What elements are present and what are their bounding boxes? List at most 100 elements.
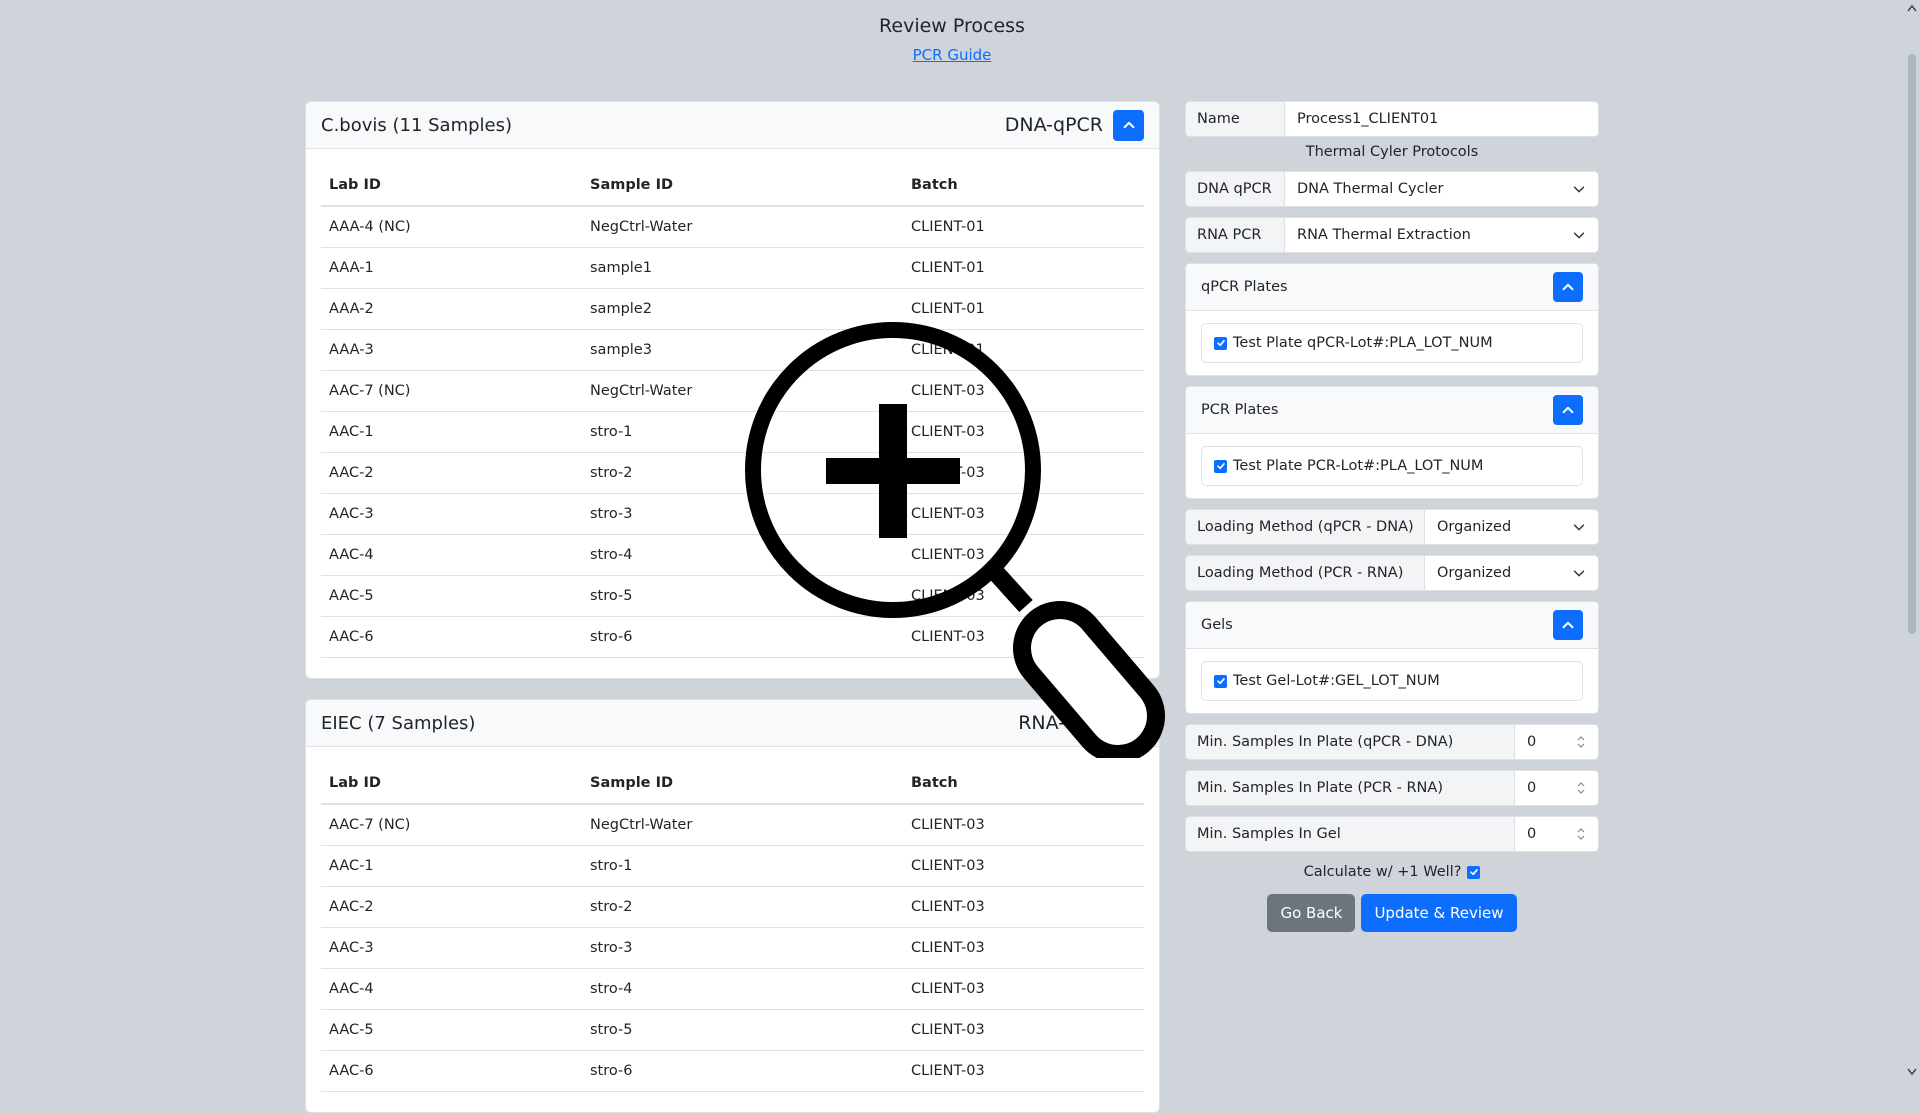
chevron-up-icon <box>1562 283 1574 291</box>
checkbox-checked-icon[interactable] <box>1214 336 1227 350</box>
table-row: AAC-5 stro-5 CLIENT-03 <box>321 1009 1144 1051</box>
table-row: AAC-3 stro-3 CLIENT-03 <box>321 927 1144 969</box>
qpcr-plates-title: qPCR Plates <box>1201 279 1288 295</box>
sample-id-cell: stro-6 <box>582 1050 903 1092</box>
column-header-sample-id: Sample ID <box>582 763 903 805</box>
column-header-lab-id: Lab ID <box>321 763 582 805</box>
chevron-down-icon <box>1572 182 1586 196</box>
chevron-up-icon <box>1562 621 1574 629</box>
collapse-button[interactable] <box>1553 272 1583 302</box>
batch-cell: CLIENT-03 <box>903 1009 1144 1051</box>
lab-id-cell: AAC-6 <box>321 1050 582 1092</box>
column-header-batch: Batch <box>903 763 1144 805</box>
protocols-heading: Thermal Cyler Protocols <box>1305 144 1479 160</box>
scrollbar-thumb[interactable] <box>1908 54 1916 634</box>
pcr-plates-title: PCR Plates <box>1201 402 1279 418</box>
page-title: Review Process <box>879 15 1025 37</box>
lab-id-cell: AAA-4 (NC) <box>321 206 582 248</box>
lab-id-cell: AAC-5 <box>321 575 582 617</box>
name-label: Name <box>1186 102 1285 136</box>
card-title: C.bovis (11 Samples) <box>321 114 513 136</box>
qpcr-plate-option[interactable]: Test Plate qPCR-Lot#:PLA_LOT_NUM <box>1201 323 1583 363</box>
column-header-batch: Batch <box>903 165 1144 207</box>
lab-id-cell: AAC-4 <box>321 534 582 576</box>
lab-id-cell: AAC-3 <box>321 493 582 535</box>
scroll-up-icon[interactable] <box>1907 4 1917 12</box>
batch-cell: CLIENT-01 <box>903 206 1144 248</box>
checkbox-checked-icon[interactable] <box>1214 674 1227 688</box>
update-review-button[interactable]: Update & Review <box>1361 894 1517 932</box>
lab-id-cell: AAC-7 (NC) <box>321 804 582 846</box>
pcr-plate-option[interactable]: Test Plate PCR-Lot#:PLA_LOT_NUM <box>1201 446 1583 486</box>
go-back-button[interactable]: Go Back <box>1267 894 1356 932</box>
min-rna-label: Min. Samples In Plate (PCR - RNA) <box>1186 771 1515 805</box>
lab-id-cell: AAC-1 <box>321 845 582 887</box>
batch-cell: CLIENT-03 <box>903 886 1144 928</box>
lab-id-cell: AAC-7 (NC) <box>321 370 582 412</box>
stepper-arrows-icon[interactable] <box>1576 734 1586 750</box>
pcr-guide-link[interactable]: PCR Guide <box>913 46 992 64</box>
batch-cell: CLIENT-03 <box>903 927 1144 969</box>
chevron-up-icon <box>1562 406 1574 414</box>
min-dna-input[interactable]: 0 <box>1515 725 1598 759</box>
loading-dna-select[interactable]: Organized <box>1425 510 1598 544</box>
calculate-plus-one-checkbox[interactable] <box>1467 865 1481 879</box>
sample-id-cell: sample1 <box>582 247 903 289</box>
stepper-arrows-icon[interactable] <box>1576 780 1586 796</box>
lab-id-cell: AAC-6 <box>321 616 582 658</box>
min-rna-input[interactable]: 0 <box>1515 771 1598 805</box>
min-gel-input[interactable]: 0 <box>1515 817 1598 851</box>
pcr-plate-label: Test Plate PCR-Lot#:PLA_LOT_NUM <box>1233 458 1484 474</box>
sample-id-cell: stro-5 <box>582 1009 903 1051</box>
rna-protocol-select[interactable]: RNA Thermal Extraction <box>1285 218 1598 252</box>
table-row: AAC-4 stro-4 CLIENT-03 <box>321 968 1144 1010</box>
batch-cell: CLIENT-03 <box>903 1050 1144 1092</box>
table-row: AAC-2stro-2CLIENT-03 <box>321 886 1144 928</box>
name-input[interactable]: Process1_CLIENT01 <box>1285 102 1598 136</box>
batch-cell: CLIENT-03 <box>903 845 1144 887</box>
loading-rna-group: Loading Method (PCR - RNA) Organized <box>1185 555 1599 591</box>
dna-protocol-select[interactable]: DNA Thermal Cycler <box>1285 172 1598 206</box>
table-row: AAC-7 (NC) NegCtrl-Water CLIENT-03 <box>321 804 1144 846</box>
checkbox-checked-icon[interactable] <box>1214 459 1227 473</box>
page-scrollbar[interactable] <box>1904 0 1920 1080</box>
qpcr-plate-label: Test Plate qPCR-Lot#:PLA_LOT_NUM <box>1233 335 1493 351</box>
column-header-lab-id: Lab ID <box>321 165 582 207</box>
loading-rna-label: Loading Method (PCR - RNA) <box>1186 556 1425 590</box>
min-rna-value: 0 <box>1527 780 1537 796</box>
zoom-in-magnifier-icon[interactable] <box>740 318 1180 758</box>
lab-id-cell: AAC-5 <box>321 1009 582 1051</box>
min-gel-label: Min. Samples In Gel <box>1186 817 1515 851</box>
sample-id-cell: stro-1 <box>582 845 903 887</box>
collapse-button[interactable] <box>1553 395 1583 425</box>
sample-id-cell: stro-3 <box>582 927 903 969</box>
gel-label: Test Gel-Lot#:GEL_LOT_NUM <box>1233 673 1440 689</box>
loading-rna-value: Organized <box>1437 565 1512 581</box>
rna-protocol-value: RNA Thermal Extraction <box>1297 227 1471 243</box>
process-settings-panel: Name Process1_CLIENT01 Thermal Cyler Pro… <box>1185 101 1599 932</box>
loading-rna-select[interactable]: Organized <box>1425 556 1598 590</box>
collapse-button[interactable] <box>1553 610 1583 640</box>
table-row: AAC-1 stro-1 CLIENT-03 <box>321 845 1144 887</box>
name-input-group: Name Process1_CLIENT01 <box>1185 101 1599 137</box>
calculate-plus-one-row: Calculate w/ +1 Well? <box>1185 860 1599 884</box>
lab-id-cell: AAA-2 <box>321 288 582 330</box>
stepper-arrows-icon[interactable] <box>1576 826 1586 842</box>
min-rna-group: Min. Samples In Plate (PCR - RNA) 0 <box>1185 770 1599 806</box>
min-gel-group: Min. Samples In Gel 0 <box>1185 816 1599 852</box>
collapse-button[interactable] <box>1113 109 1144 141</box>
scroll-down-icon[interactable] <box>1907 1068 1917 1076</box>
lab-id-cell: AAA-1 <box>321 247 582 289</box>
min-dna-group: Min. Samples In Plate (qPCR - DNA) 0 <box>1185 724 1599 760</box>
samples-table: Lab ID Sample ID Batch AAC-7 (NC) NegCtrl… <box>321 763 1144 1092</box>
qpcr-plates-card: qPCR Plates Test Plate qPCR-Lot#:PLA_LOT… <box>1185 263 1599 376</box>
lab-id-cell: AAC-1 <box>321 411 582 453</box>
min-dna-label: Min. Samples In Plate (qPCR - DNA) <box>1186 725 1515 759</box>
gels-card: Gels Test Gel-Lot#:GEL_LOT_NUM <box>1185 601 1599 714</box>
sample-card-eiec: EIEC (7 Samples) RNA-PCR Lab ID Sample I… <box>305 699 1160 1113</box>
sample-id-cell: NegCtrl-Water <box>582 206 903 248</box>
dna-protocol-group: DNA qPCR DNA Thermal Cycler <box>1185 171 1599 207</box>
gel-option[interactable]: Test Gel-Lot#:GEL_LOT_NUM <box>1201 661 1583 701</box>
card-assay-type: DNA-qPCR <box>1004 114 1103 136</box>
dna-protocol-value: DNA Thermal Cycler <box>1297 181 1444 197</box>
